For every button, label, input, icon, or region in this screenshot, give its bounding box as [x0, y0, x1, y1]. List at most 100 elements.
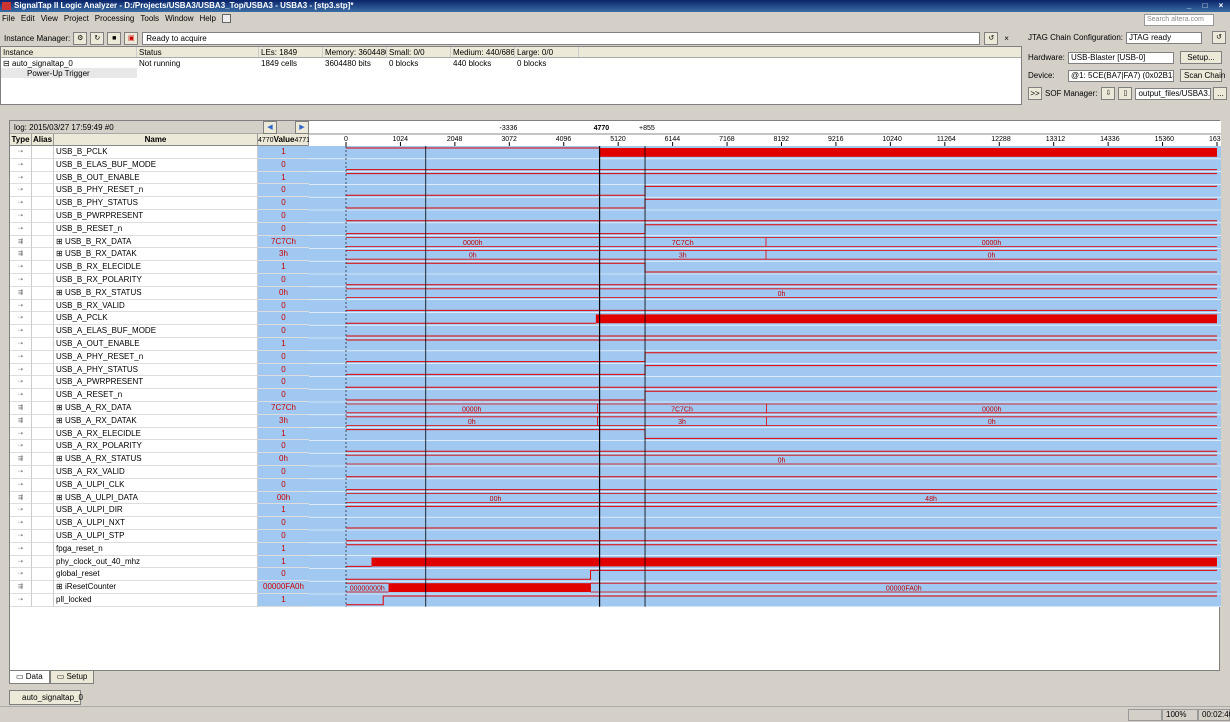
alias-cell[interactable] [32, 402, 54, 415]
signal-name[interactable]: USB_B_RX_VALID [54, 299, 258, 313]
signal-name[interactable]: USB_A_RX_VALID [54, 466, 258, 479]
alias-cell[interactable] [32, 530, 54, 543]
bus-expand-icon[interactable]: ⊞ [56, 582, 65, 591]
close-panel-icon[interactable]: × [1004, 34, 1009, 43]
alias-cell[interactable] [32, 171, 54, 185]
signal-name[interactable]: USB_B_RX_ELECIDLE [54, 261, 258, 274]
col-value[interactable]: 4770Value4771 [258, 134, 310, 146]
col-status[interactable]: Status [137, 47, 259, 57]
autorun-icon[interactable]: ⚙ [73, 31, 88, 45]
signal-name[interactable]: fpga_reset_n [54, 542, 258, 556]
bus-expand-icon[interactable]: ⊞ [56, 493, 65, 502]
signal-name[interactable]: USB_A_RX_POLARITY [54, 440, 258, 454]
alias-cell[interactable] [32, 478, 54, 492]
alias-cell[interactable] [32, 466, 54, 479]
alias-cell[interactable] [32, 158, 54, 172]
menu-view[interactable]: View [41, 14, 58, 23]
alias-cell[interactable] [32, 210, 54, 223]
signal-name[interactable]: global_reset [54, 568, 258, 582]
bus-expand-icon[interactable]: ⊞ [56, 454, 65, 463]
signal-name[interactable]: USB_A_RX_ELECIDLE [54, 427, 258, 441]
col-memory[interactable]: Memory: 3604480 [323, 47, 387, 57]
alias-cell[interactable] [32, 274, 54, 287]
maximize-button[interactable]: □ [1197, 0, 1213, 11]
alias-cell[interactable] [32, 248, 54, 262]
signal-name[interactable]: ⊞ USB_B_RX_STATUS [54, 286, 258, 300]
browse-button[interactable]: ... [1213, 87, 1228, 100]
search-input[interactable]: Search altera.com [1144, 14, 1214, 26]
signal-name[interactable]: USB_B_OUT_ENABLE [54, 171, 258, 185]
alias-cell[interactable] [32, 261, 54, 274]
menu-window[interactable]: Window [165, 14, 193, 23]
signal-name[interactable]: USB_A_RESET_n [54, 389, 258, 402]
stop-program-icon[interactable]: ▯ [1118, 87, 1133, 100]
signal-name[interactable]: USB_B_PCLK [54, 146, 258, 159]
alias-cell[interactable] [32, 286, 54, 300]
signal-name[interactable]: USB_B_PHY_STATUS [54, 197, 258, 210]
col-small[interactable]: Small: 0/0 [387, 47, 451, 57]
read-data-icon[interactable]: ▣ [124, 31, 139, 45]
signal-name[interactable]: USB_B_PHY_RESET_n [54, 184, 258, 198]
alias-cell[interactable] [32, 222, 54, 236]
signal-name[interactable]: ⊞ USB_A_RX_STATUS [54, 453, 258, 466]
alias-cell[interactable] [32, 338, 54, 351]
table-row[interactable]: ⊟ auto_signaltap_0 Not running 1849 cell… [1, 58, 1021, 68]
signal-name[interactable]: USB_B_RESET_n [54, 222, 258, 236]
alias-cell[interactable] [32, 504, 54, 518]
whats-this-icon[interactable] [221, 14, 231, 23]
signal-name[interactable]: USB_A_OUT_ENABLE [54, 338, 258, 351]
alias-cell[interactable] [32, 440, 54, 454]
device-select[interactable]: @1: 5CE(BA7|FA7) (0x02B13( [1068, 69, 1174, 82]
menu-help[interactable]: Help [200, 14, 216, 23]
col-instance[interactable]: Instance [1, 47, 137, 57]
col-medium[interactable]: Medium: 440/686 [451, 47, 515, 57]
menu-project[interactable]: Project [64, 14, 89, 23]
stop-analysis-icon[interactable]: ■ [107, 31, 122, 45]
instance-tab[interactable]: auto_signaltap_0 [9, 690, 83, 705]
minimize-button[interactable]: _ [1181, 0, 1197, 11]
menu-tools[interactable]: Tools [140, 14, 159, 23]
signal-name[interactable]: USB_A_PCLK [54, 312, 258, 326]
alias-cell[interactable] [32, 517, 54, 530]
run-analysis-icon[interactable]: ↻ [90, 31, 105, 45]
signal-name[interactable]: ⊞ USB_A_ULPI_DATA [54, 491, 258, 505]
alias-cell[interactable] [32, 389, 54, 402]
signal-name[interactable]: USB_B_RX_POLARITY [54, 274, 258, 287]
alias-cell[interactable] [32, 299, 54, 313]
signal-name[interactable]: USB_A_PWRPRESENT [54, 376, 258, 390]
alias-cell[interactable] [32, 325, 54, 338]
setup-button[interactable]: Setup... [1180, 51, 1222, 64]
signal-name[interactable]: USB_A_ULPI_STP [54, 530, 258, 543]
bus-expand-icon[interactable]: ⊞ [56, 416, 65, 425]
refresh-icon[interactable]: ↺ [984, 31, 999, 45]
alias-cell[interactable] [32, 594, 54, 607]
tab-setup[interactable]: ▭ Setup [49, 671, 95, 684]
signal-name[interactable]: ⊞ USB_B_RX_DATA [54, 235, 258, 249]
alias-cell[interactable] [32, 235, 54, 249]
bus-expand-icon[interactable]: ⊞ [56, 403, 65, 412]
signal-name[interactable]: USB_A_ULPI_DIR [54, 504, 258, 518]
signal-name[interactable]: USB_A_ULPI_CLK [54, 478, 258, 492]
program-device-icon[interactable]: ⇩ [1101, 87, 1116, 100]
signal-name[interactable]: USB_A_ULPI_NXT [54, 517, 258, 530]
menu-file[interactable]: File [2, 14, 15, 23]
signal-name[interactable]: USB_A_ELAS_BUF_MODE [54, 325, 258, 338]
col-name[interactable]: Name [54, 134, 258, 146]
bus-expand-icon[interactable]: ⊞ [56, 249, 65, 258]
tree-expand-icon[interactable]: ⊟ [3, 59, 12, 68]
close-button[interactable]: × [1213, 0, 1229, 11]
signal-name[interactable]: USB_A_PHY_RESET_n [54, 350, 258, 364]
timeline-ruler[interactable]: -3336 4770 +855 0 1024 2048 3072 4096 5120 6144 71… [309, 121, 1229, 146]
alias-cell[interactable] [32, 581, 54, 594]
next-transition-icon[interactable]: ▶ [295, 121, 309, 134]
alias-cell[interactable] [32, 312, 54, 326]
alias-cell[interactable] [32, 376, 54, 390]
sof-file-input[interactable]: output_files/USBA3.sof [1135, 87, 1212, 100]
scan-chain-button[interactable]: Scan Chain [1180, 69, 1225, 82]
alias-cell[interactable] [32, 491, 54, 505]
alias-cell[interactable] [32, 542, 54, 556]
alias-cell[interactable] [32, 350, 54, 364]
alias-cell[interactable] [32, 453, 54, 466]
signal-name[interactable]: USB_B_ELAS_BUF_MODE [54, 158, 258, 172]
bus-expand-icon[interactable]: ⊞ [56, 288, 65, 297]
